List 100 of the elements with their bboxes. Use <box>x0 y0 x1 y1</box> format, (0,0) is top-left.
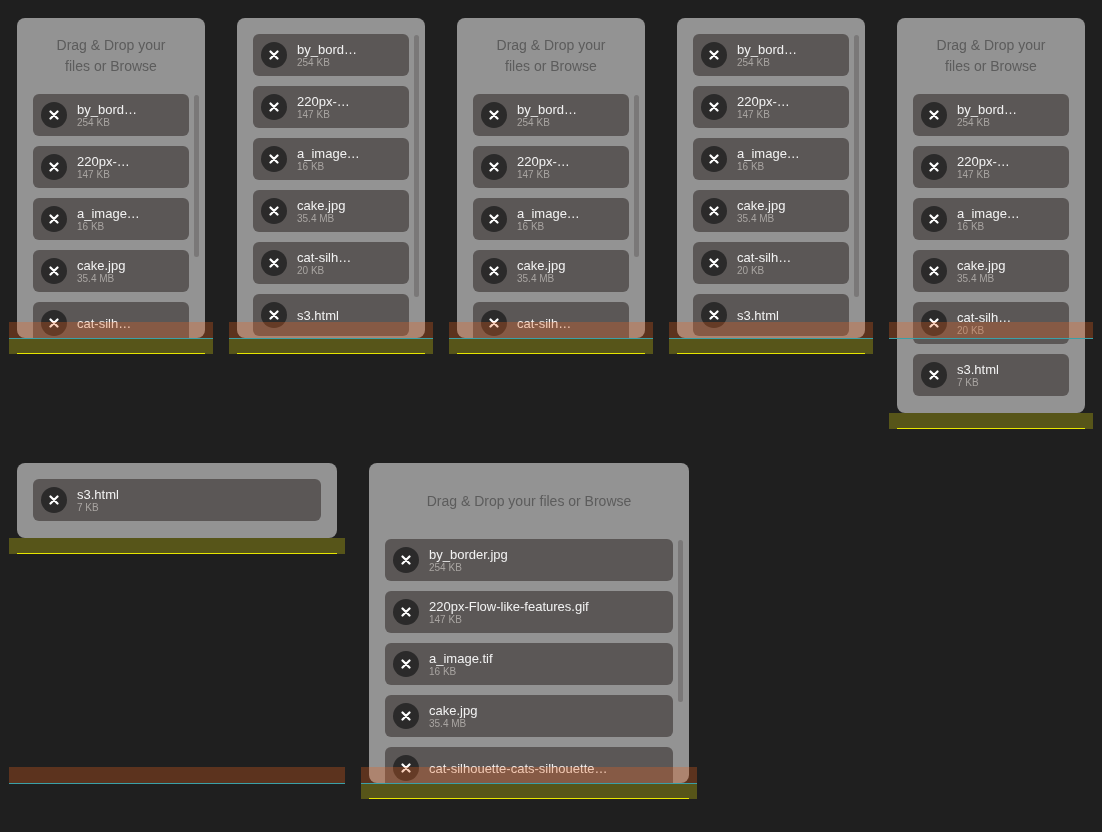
remove-button[interactable] <box>481 102 507 128</box>
remove-button[interactable] <box>261 94 287 120</box>
file-name: cat-silh… <box>737 249 792 265</box>
close-icon <box>49 110 59 120</box>
file-name: cat-silh… <box>517 315 572 331</box>
close-icon <box>489 110 499 120</box>
remove-button[interactable] <box>261 302 287 328</box>
remove-button[interactable] <box>393 703 419 729</box>
file-name: a_image.tif <box>429 650 493 666</box>
file-name: by_border.jpg <box>429 546 508 562</box>
remove-button[interactable] <box>393 651 419 677</box>
remove-button[interactable] <box>921 362 947 388</box>
remove-button[interactable] <box>261 146 287 172</box>
file-size: 7 KB <box>77 501 99 514</box>
close-icon <box>401 711 411 721</box>
remove-button[interactable] <box>701 42 727 68</box>
close-icon <box>269 50 279 60</box>
close-icon <box>489 162 499 172</box>
file-size: 16 KB <box>429 665 457 678</box>
file-name: 220px-… <box>297 93 350 109</box>
remove-button[interactable] <box>393 547 419 573</box>
remove-button[interactable] <box>921 310 947 336</box>
remove-button[interactable] <box>481 310 507 336</box>
file-size: 147 KB <box>517 168 550 181</box>
file-name: cat-silhouette-cats-silhouette… <box>429 760 608 776</box>
close-icon <box>929 110 939 120</box>
remove-button[interactable] <box>393 755 419 781</box>
file-name: by_bord… <box>517 101 577 117</box>
file-size: 147 KB <box>297 108 330 121</box>
scrollbar[interactable] <box>414 35 419 297</box>
file-name: s3.html <box>77 486 119 502</box>
close-icon <box>401 555 411 565</box>
remove-button[interactable] <box>41 206 67 232</box>
remove-button[interactable] <box>261 250 287 276</box>
upload-panel[interactable]: by_bord… 254 KB 220px-… 147 KB a_image… 16 KB cake.jpg 35.4 MB cat-silh… 20 KB s3.html <box>677 18 865 338</box>
remove-button[interactable] <box>261 42 287 68</box>
upload-panel[interactable]: by_bord… 254 KB 220px-… 147 KB a_image… 16 KB cake.jpg 35.4 MB cat-silh… 20 KB s3.html <box>237 18 425 338</box>
file-size: 35.4 MB <box>77 272 115 285</box>
file-name: cat-silh… <box>297 249 352 265</box>
remove-button[interactable] <box>261 198 287 224</box>
scrollbar[interactable] <box>634 95 639 257</box>
close-icon <box>49 162 59 172</box>
remove-button[interactable] <box>41 154 67 180</box>
file-size: 7 KB <box>957 376 979 389</box>
file-size: 254 KB <box>297 56 330 69</box>
file-name: by_bord… <box>77 101 137 117</box>
file-name: 220px-… <box>517 153 570 169</box>
file-size: 16 KB <box>737 160 765 173</box>
remove-button[interactable] <box>41 310 67 336</box>
file-size: 254 KB <box>737 56 770 69</box>
remove-button[interactable] <box>393 599 419 625</box>
close-icon <box>269 258 279 268</box>
file-name: cat-silh… <box>957 309 1012 325</box>
remove-button[interactable] <box>701 250 727 276</box>
remove-button[interactable] <box>481 154 507 180</box>
file-name: 220px-… <box>957 153 1010 169</box>
scrollbar[interactable] <box>194 95 199 257</box>
remove-button[interactable] <box>921 258 947 284</box>
remove-button[interactable] <box>41 102 67 128</box>
remove-button[interactable] <box>481 258 507 284</box>
remove-button[interactable] <box>481 206 507 232</box>
remove-button[interactable] <box>921 102 947 128</box>
file-size: 254 KB <box>429 561 462 574</box>
close-icon <box>709 102 719 112</box>
close-icon <box>269 102 279 112</box>
file-size: 254 KB <box>517 116 550 129</box>
file-size: 16 KB <box>77 220 105 233</box>
close-icon <box>269 154 279 164</box>
file-size: 254 KB <box>77 116 110 129</box>
file-size: 20 KB <box>737 264 765 277</box>
remove-button[interactable] <box>701 302 727 328</box>
file-name: cake.jpg <box>737 197 786 213</box>
close-icon <box>401 763 411 773</box>
close-icon <box>709 50 719 60</box>
close-icon <box>929 370 939 380</box>
close-icon <box>401 659 411 669</box>
close-icon <box>489 266 499 276</box>
remove-button[interactable] <box>921 206 947 232</box>
file-name: a_image… <box>957 205 1020 221</box>
file-size: 16 KB <box>517 220 545 233</box>
scrollbar[interactable] <box>678 540 683 702</box>
file-size: 35.4 MB <box>297 212 335 225</box>
remove-button[interactable] <box>701 94 727 120</box>
file-name: cake.jpg <box>429 702 478 718</box>
file-name: s3.html <box>957 361 999 377</box>
close-icon <box>709 310 719 320</box>
remove-button[interactable] <box>701 198 727 224</box>
remove-button[interactable] <box>41 487 67 513</box>
file-size: 147 KB <box>957 168 990 181</box>
close-icon <box>49 318 59 328</box>
upload-panel[interactable]: s3.html 7 KB <box>17 463 337 538</box>
scrollbar[interactable] <box>854 35 859 297</box>
remove-button[interactable] <box>921 154 947 180</box>
file-size: 147 KB <box>77 168 110 181</box>
remove-button[interactable] <box>701 146 727 172</box>
file-size: 35.4 MB <box>429 717 467 730</box>
file-name: 220px-Flow-like-features.gif <box>429 598 589 614</box>
file-name: 220px-… <box>77 153 130 169</box>
remove-button[interactable] <box>41 258 67 284</box>
file-size: 35.4 MB <box>737 212 775 225</box>
